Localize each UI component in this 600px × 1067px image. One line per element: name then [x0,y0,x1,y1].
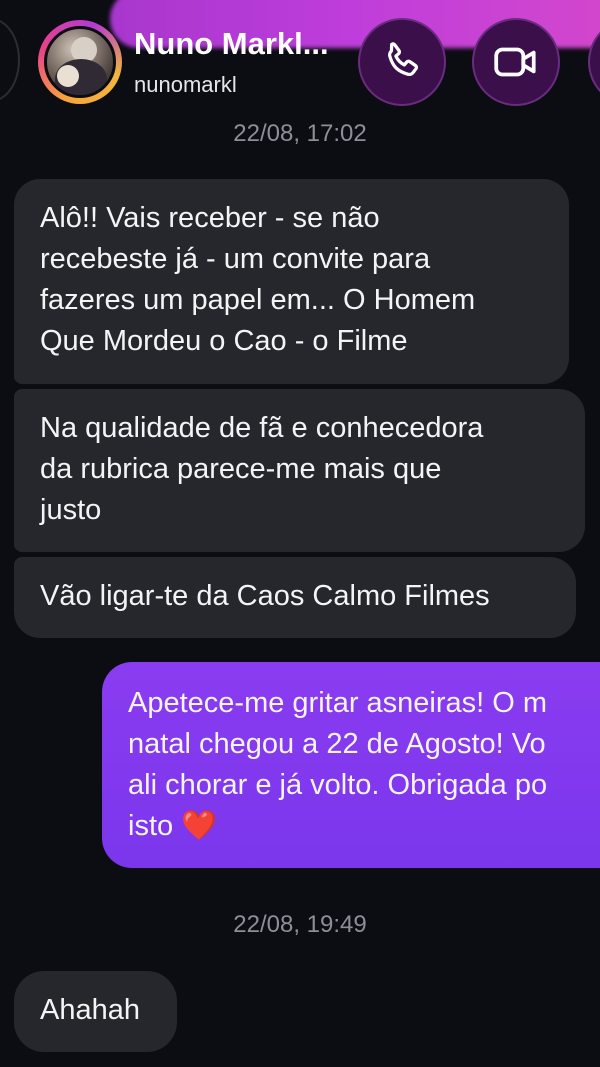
dm-conversation-screen: Nuno Markl... nunomarkl 22/08, 17:02 Alô… [0,0,600,1067]
message-line: Alô!! Vais receber - se não [40,202,380,234]
message-line: Vão ligar-te da Caos Calmo Filmes [40,580,490,612]
message-timestamp: 22/08, 17:02 [233,120,367,147]
message-line: Que Mordeu o Cao - o Filme [40,325,408,357]
message-line: natal chegou a 22 de Agosto! Vo [128,728,546,760]
message-bubble-outgoing[interactable]: Apetece-me gritar asneiras! O m natal ch… [102,662,600,868]
message-timestamp: 22/08, 19:49 [233,911,367,938]
message-line: recebeste já - um convite para [40,243,431,275]
back-chevron-icon[interactable] [0,18,20,102]
call-button[interactable] [358,18,446,106]
message-line: Na qualidade de fã e conhecedora [40,412,484,444]
message-line: Ahahah [40,994,140,1026]
phone-icon [387,42,419,77]
video-camera-icon [494,47,536,77]
message-line: justo [40,494,102,526]
message-line: da rubrica parece-me mais que [40,453,442,485]
avatar[interactable] [44,26,116,98]
message-bubble-incoming[interactable]: Vão ligar-te da Caos Calmo Filmes [14,557,576,638]
message-line: fazeres um papel em... O Homem [40,284,476,316]
contact-handle[interactable]: nunomarkl [134,72,237,98]
contact-name[interactable]: Nuno Markl... [134,26,329,62]
conversation-header: Nuno Markl... nunomarkl [0,0,600,110]
heart-emoji-icon: ❤️ [181,810,218,842]
message-bubble-incoming[interactable]: Alô!! Vais receber - se não recebeste já… [14,179,569,384]
message-line: Apetece-me gritar asneiras! O m [128,687,548,719]
message-line: ali chorar e já volto. Obrigada po [128,769,548,801]
message-bubble-incoming[interactable]: Ahahah [14,971,177,1052]
message-line-last: isto ❤️ [128,806,600,847]
message-line: isto [128,810,174,842]
video-call-button[interactable] [472,18,560,106]
message-bubble-incoming[interactable]: Na qualidade de fã e conhecedora da rubr… [14,389,585,552]
